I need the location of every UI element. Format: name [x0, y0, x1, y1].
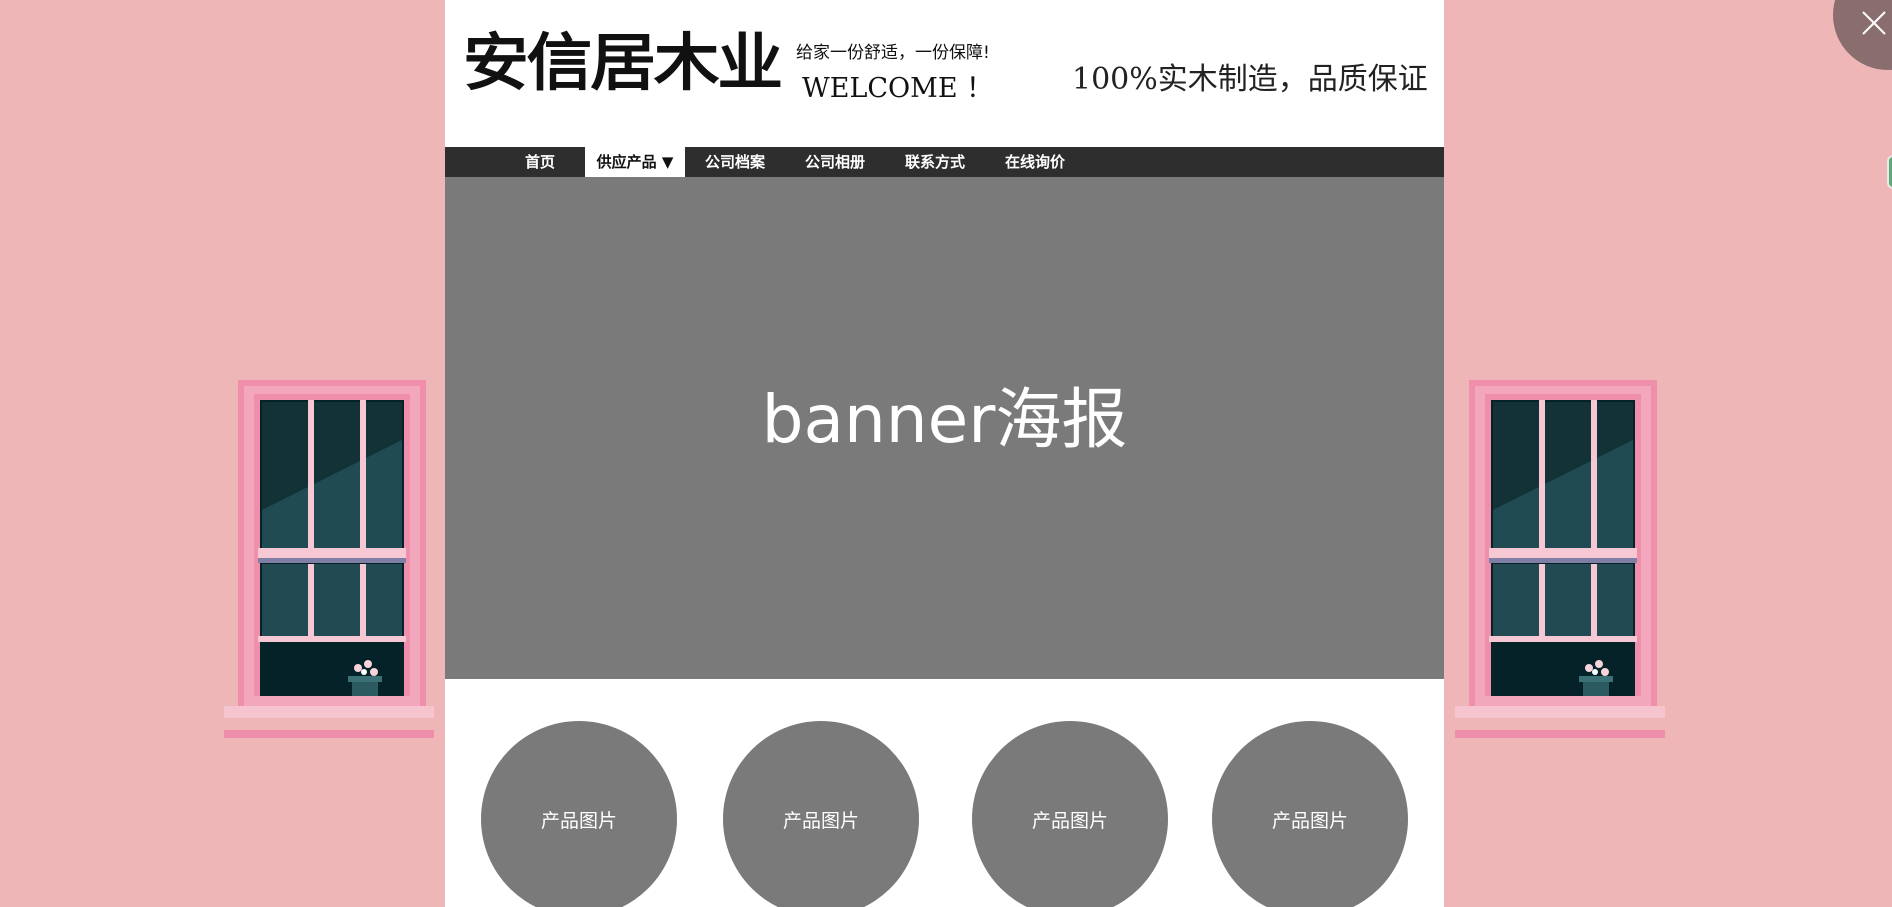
side-widget-handle[interactable]: [1887, 155, 1892, 189]
product-image-4[interactable]: 产品图片: [1212, 721, 1408, 907]
nav-item-contact[interactable]: 联系方式: [885, 147, 985, 177]
page-background: 安信居木业 给家一份舒适，一份保障! WELCOME ！ 100%实木制造，品质…: [0, 0, 1892, 907]
close-icon: [1862, 11, 1886, 35]
product-image-2[interactable]: 产品图片: [723, 721, 919, 907]
left-window-illustration: [224, 380, 434, 738]
product-image-1[interactable]: 产品图片: [481, 721, 677, 907]
close-button[interactable]: [1833, 0, 1892, 70]
nav-item-company-album[interactable]: 公司相册: [785, 147, 885, 177]
product-label: 产品图片: [1271, 810, 1348, 832]
nav-item-products[interactable]: 供应产品 ▼: [585, 147, 685, 177]
page-container: 安信居木业 给家一份舒适，一份保障! WELCOME ！ 100%实木制造，品质…: [445, 0, 1444, 907]
header-welcome: WELCOME ！: [802, 73, 994, 104]
main-nav: 首页 供应产品 ▼ 公司档案 公司相册 联系方式 在线询价: [445, 147, 1444, 177]
product-image-3[interactable]: 产品图片: [972, 721, 1168, 907]
header-slogan: 给家一份舒适，一份保障!: [796, 43, 990, 63]
nav-item-company-profile[interactable]: 公司档案: [685, 147, 785, 177]
product-label: 产品图片: [1031, 810, 1108, 832]
site-logo[interactable]: 安信居木业: [463, 32, 783, 94]
site-header: 安信居木业 给家一份舒适，一份保障! WELCOME ！ 100%实木制造，品质…: [445, 0, 1444, 147]
header-quality-tagline: 100%实木制造，品质保证: [1072, 62, 1428, 97]
right-window-illustration: [1455, 380, 1665, 738]
product-label: 产品图片: [540, 810, 617, 832]
banner-text: banner海报: [761, 381, 1128, 458]
nav-item-inquiry[interactable]: 在线询价: [985, 147, 1085, 177]
banner[interactable]: banner海报: [445, 177, 1444, 679]
nav-item-home[interactable]: 首页: [485, 147, 595, 177]
product-label: 产品图片: [782, 810, 859, 832]
